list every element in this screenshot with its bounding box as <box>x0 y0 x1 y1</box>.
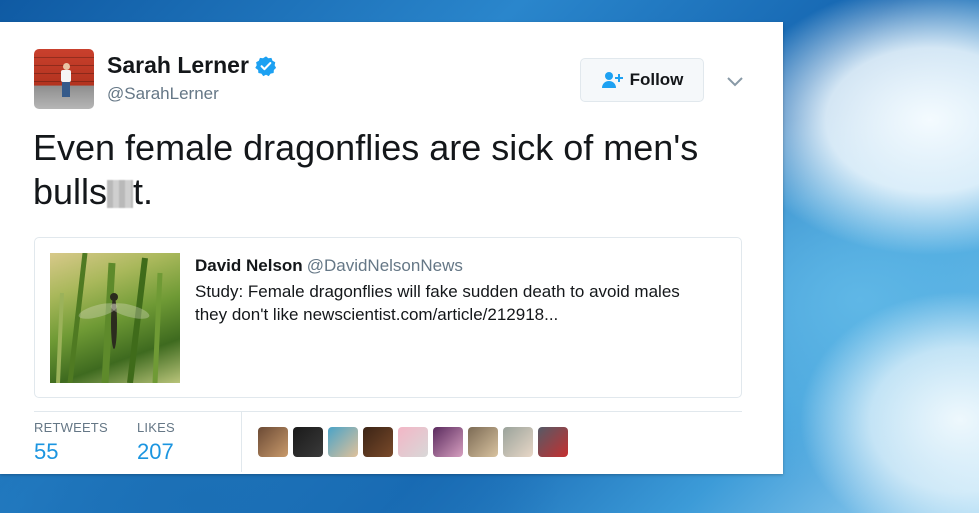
stats-divider <box>34 411 742 412</box>
likes-stat[interactable]: LIKES 207 <box>137 420 175 465</box>
quoted-tweet-text: Study: Female dragonflies will fake sudd… <box>195 282 680 324</box>
follow-button[interactable]: Follow <box>580 58 704 102</box>
user-name-row[interactable]: Sarah Lerner <box>107 52 277 79</box>
quoted-tweet[interactable]: David Nelson @DavidNelsonNews Study: Fema… <box>34 237 742 398</box>
retweets-count[interactable]: 55 <box>34 439 108 465</box>
likes-count[interactable]: 207 <box>137 439 175 465</box>
liker-avatar[interactable] <box>503 427 533 457</box>
chevron-down-icon[interactable] <box>727 74 743 87</box>
quoted-tweet-author: David Nelson @DavidNelsonNews <box>195 256 463 276</box>
avatar[interactable] <box>34 49 94 109</box>
retweets-label: RETWEETS <box>34 420 108 435</box>
liker-avatar[interactable] <box>538 427 568 457</box>
tweet-text-end: t. <box>133 171 154 212</box>
user-handle[interactable]: @SarahLerner <box>107 84 219 104</box>
follow-label: Follow <box>629 70 684 89</box>
likes-label: LIKES <box>137 420 175 435</box>
quoted-tweet-image <box>50 253 180 383</box>
liker-avatar[interactable] <box>328 427 358 457</box>
quoted-author-name: David Nelson <box>195 256 303 275</box>
add-user-icon <box>601 71 623 89</box>
tweet-card: Sarah Lerner @SarahLerner Follow Even fe… <box>0 22 783 474</box>
liker-avatars <box>258 427 568 457</box>
liker-avatar[interactable] <box>468 427 498 457</box>
censor-mark <box>107 180 134 208</box>
liker-avatar[interactable] <box>363 427 393 457</box>
user-name[interactable]: Sarah Lerner <box>107 52 249 79</box>
tweet-text: Even female dragonflies are sick of men'… <box>33 126 733 214</box>
quoted-author-handle: @DavidNelsonNews <box>306 256 463 275</box>
verified-badge-icon <box>255 55 277 77</box>
stats-vertical-divider <box>241 412 242 472</box>
retweets-stat[interactable]: RETWEETS 55 <box>34 420 108 465</box>
liker-avatar[interactable] <box>293 427 323 457</box>
liker-avatar[interactable] <box>433 427 463 457</box>
liker-avatar[interactable] <box>398 427 428 457</box>
liker-avatar[interactable] <box>258 427 288 457</box>
